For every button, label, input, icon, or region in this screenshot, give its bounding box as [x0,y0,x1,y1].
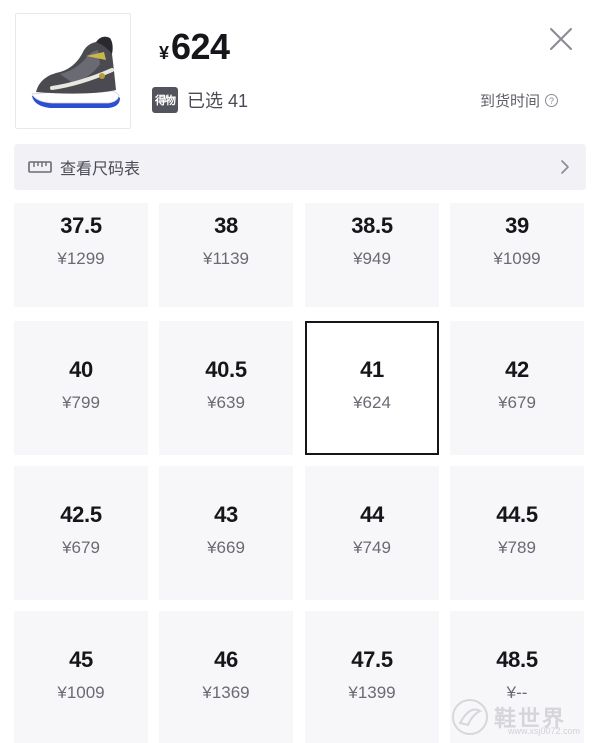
size-value: 38 [214,213,238,238]
size-price: ¥749 [353,538,391,557]
size-option[interactable]: 46 ¥1369 [159,611,293,743]
size-value: 42.5 [60,502,102,527]
watermark-logo [452,698,488,735]
size-option[interactable]: 42.5 ¥679 [14,466,148,600]
price-value: 624 [171,26,230,67]
size-value: 45 [69,647,93,672]
size-price: ¥624 [353,393,391,412]
size-option[interactable]: 45 ¥1009 [14,611,148,743]
price-display: ¥ 624 [159,26,230,68]
close-icon [550,28,572,50]
size-price: ¥799 [62,393,100,412]
size-option[interactable]: 39 ¥1099 [450,203,584,307]
selected-size-info: 得物 已选 41 [152,87,248,113]
size-value: 41 [360,357,384,382]
size-grid: 37.5 ¥1299 38 ¥1139 38.5 ¥949 39 ¥1099 40 ¥799 40.… [14,203,586,743]
size-value: 44.5 [496,502,538,527]
size-option[interactable]: 40.5 ¥639 [159,321,293,455]
size-value: 43 [214,502,238,527]
size-price: ¥1099 [493,249,541,268]
size-value: 46 [214,647,238,672]
size-value: 44 [360,502,384,527]
size-option[interactable]: 38 ¥1139 [159,203,293,307]
size-price: ¥679 [498,393,536,412]
size-option[interactable]: 44 ¥749 [305,466,439,600]
size-value: 38.5 [351,213,393,238]
product-thumbnail [15,13,131,129]
size-price: ¥679 [62,538,100,557]
size-option-selected[interactable]: 41 ¥624 [305,321,439,455]
size-option[interactable]: 40 ¥799 [14,321,148,455]
size-value: 39 [505,213,529,238]
size-option[interactable]: 43 ¥669 [159,466,293,600]
watermark-url: www.xsj0072.com [508,726,581,736]
size-value: 47.5 [351,647,393,672]
size-value: 37.5 [60,213,102,238]
size-price: ¥1139 [202,249,249,268]
chevron-right-icon [561,160,569,174]
size-option[interactable]: 47.5 ¥1399 [305,611,439,743]
size-price: ¥789 [498,538,536,557]
product-header: ¥ 624 得物 已选 41 到货时间 ? [0,0,600,140]
size-chart-label: 查看尺码表 [60,161,141,178]
size-price: ¥669 [207,538,245,557]
size-option[interactable]: 42 ¥679 [450,321,584,455]
size-price: ¥639 [207,393,245,412]
size-chart-button[interactable]: 查看尺码表 [14,144,586,190]
size-value: 42 [505,357,529,382]
close-button[interactable] [548,26,574,52]
size-price: ¥1369 [202,683,250,702]
size-price: ¥1399 [348,683,396,702]
size-price: ¥949 [353,249,391,268]
watermark: 鞋世界 www.xsj0072.com [450,690,600,743]
size-value: 48.5 [496,647,538,672]
size-price: ¥1009 [57,683,105,702]
selected-size-label: 已选 41 [187,91,249,111]
currency-symbol: ¥ [159,43,170,63]
arrival-time-label: 到货时间 [480,93,541,110]
size-option[interactable]: 38.5 ¥949 [305,203,439,307]
brand-badge: 得物 [152,87,178,113]
size-value: 40.5 [205,357,247,382]
size-option[interactable]: 44.5 ¥789 [450,466,584,600]
sneaker-image [31,36,120,108]
size-value: 40 [69,357,93,382]
size-option[interactable]: 37.5 ¥1299 [14,203,148,307]
ruler-icon [28,161,52,173]
size-price: ¥1299 [57,249,105,268]
arrival-time-link[interactable]: 到货时间 ? [480,90,559,111]
question-circle-icon: ? [545,94,559,107]
